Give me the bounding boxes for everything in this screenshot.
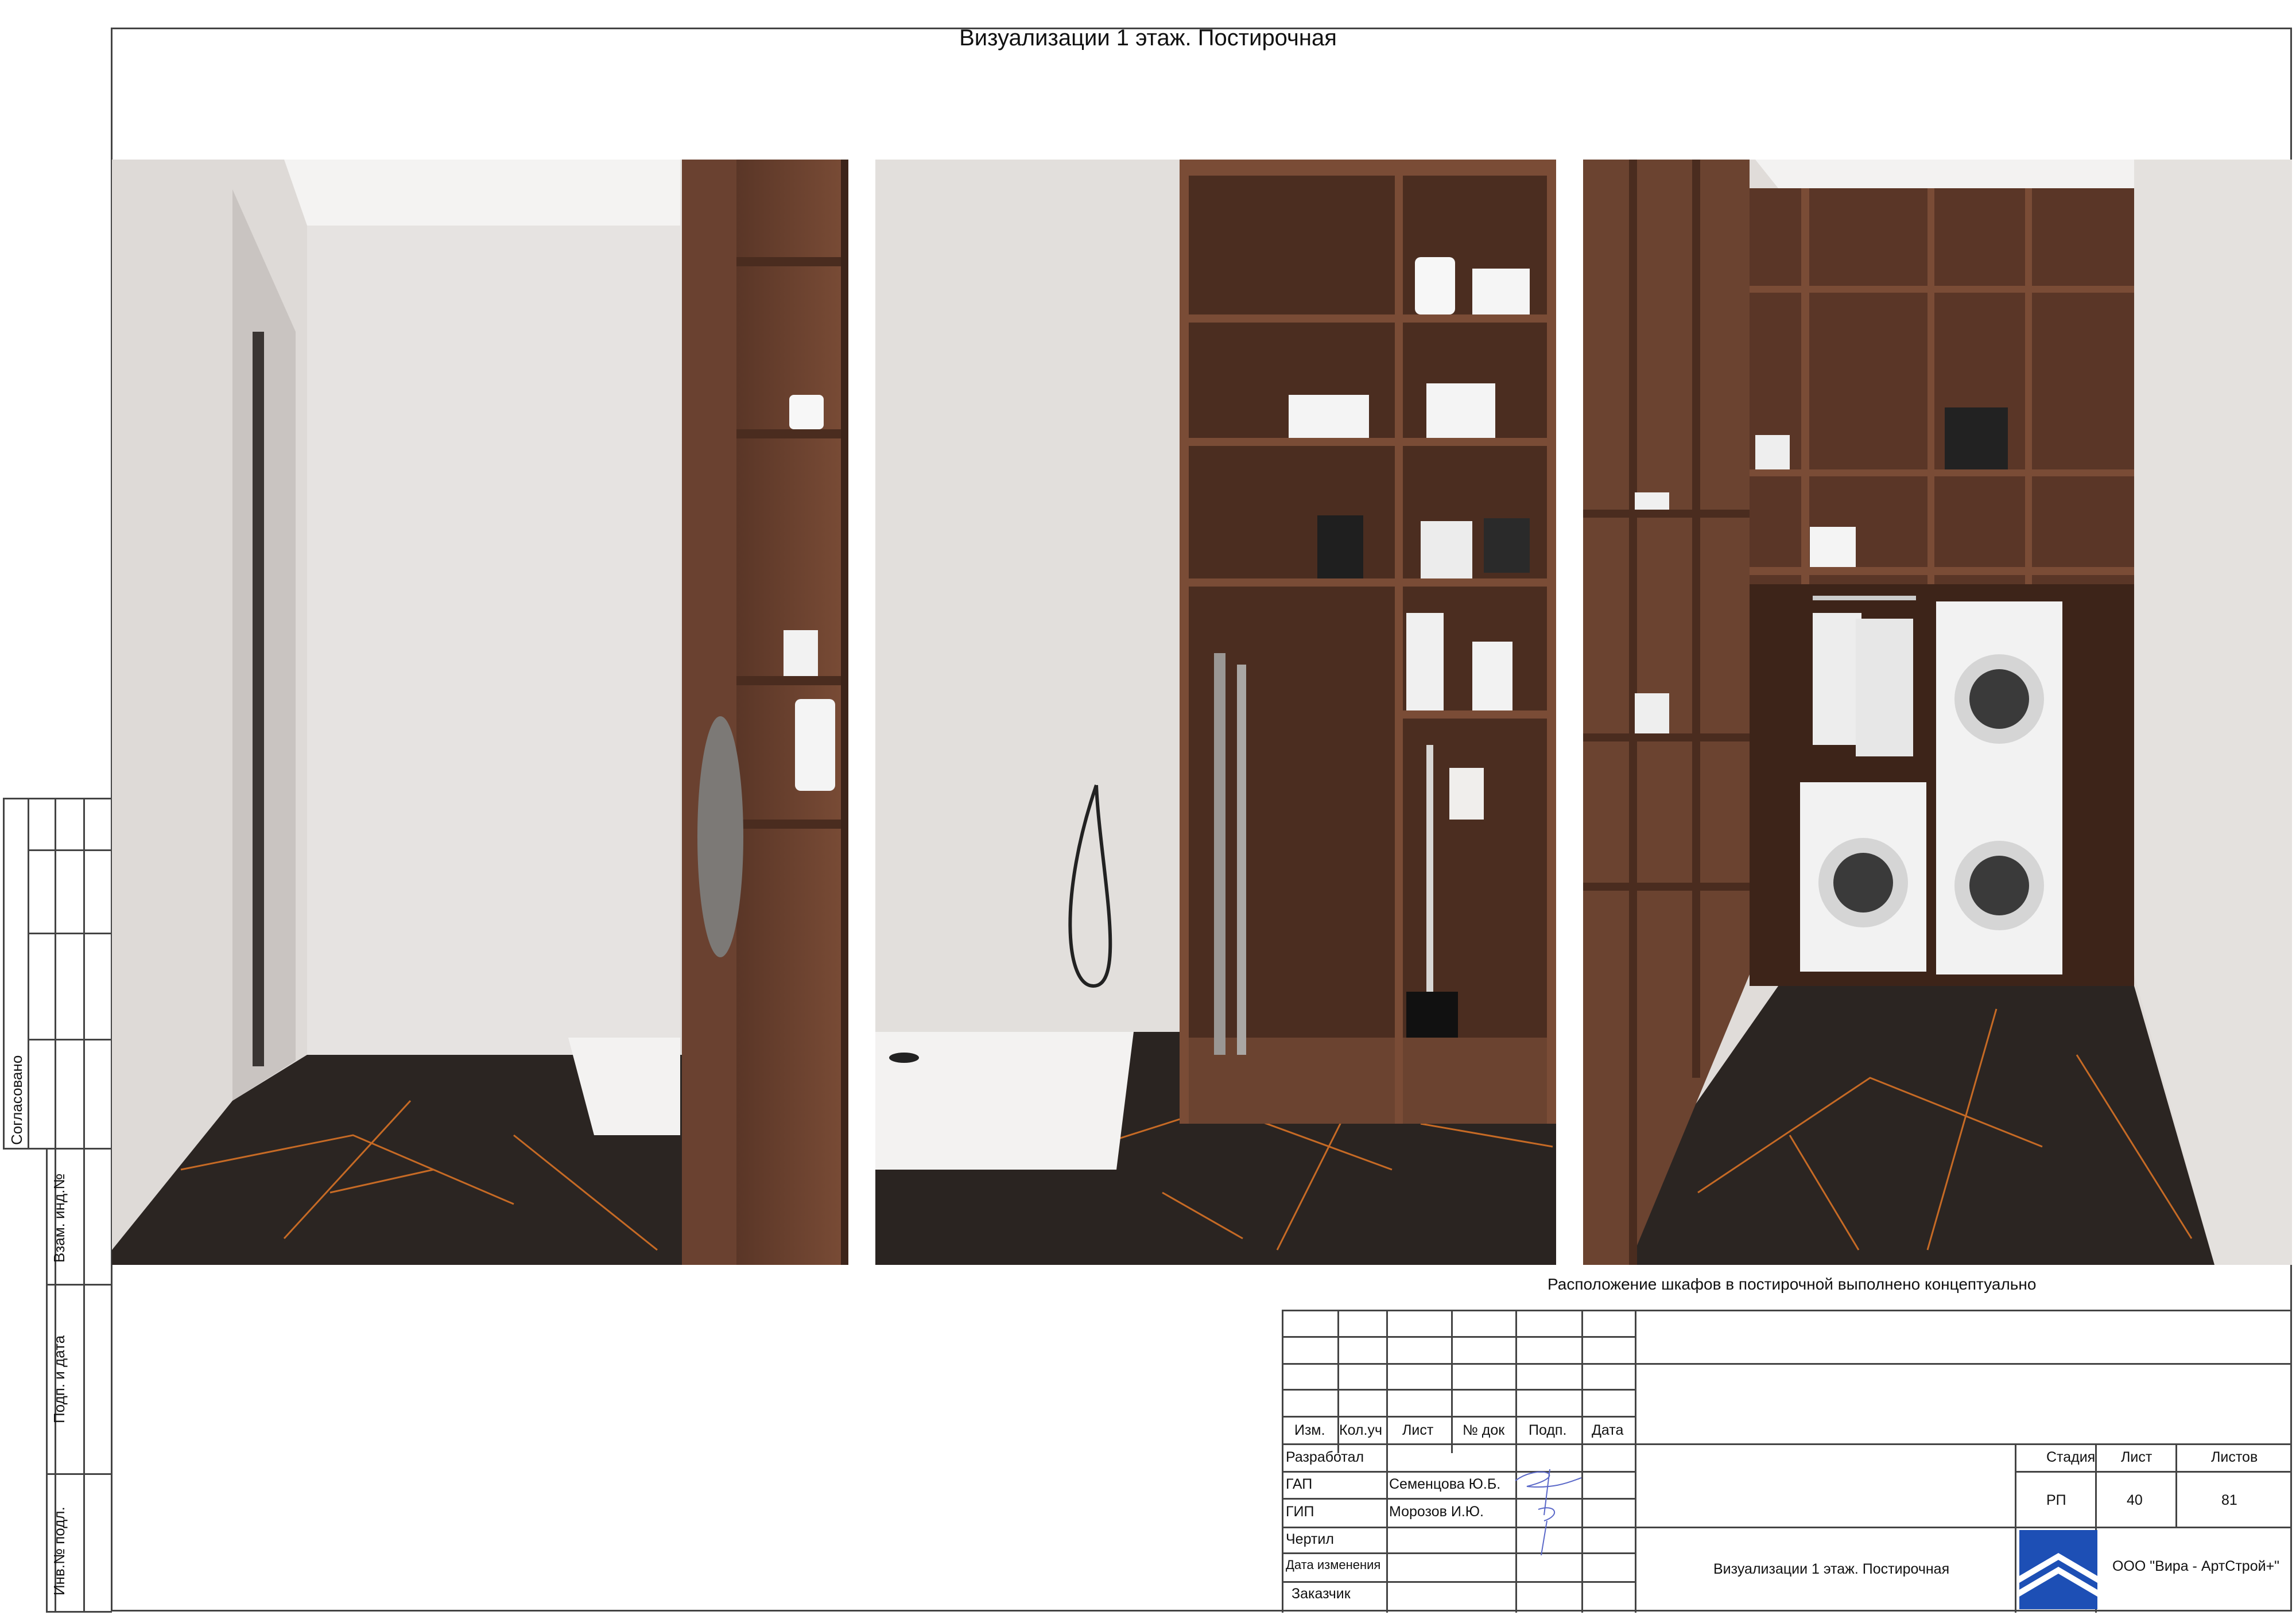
role-changed: Дата изменения: [1286, 1558, 1381, 1572]
role-gap: ГАП: [1286, 1476, 1313, 1492]
stage-value: РП: [2046, 1492, 2066, 1508]
role-drew: Чертил: [1286, 1531, 1334, 1547]
render-left-image: [112, 160, 848, 1265]
render-right: [1583, 160, 2292, 1265]
render-right-image: [1583, 160, 2292, 1265]
sheets-value: 81: [2221, 1492, 2237, 1508]
sheet-title: Визуализации 1 этаж. Постирочная: [1713, 1561, 1950, 1577]
render-center: [875, 160, 1556, 1265]
name-gap: Семенцова Ю.Б.: [1389, 1476, 1501, 1492]
col-date: Дата: [1592, 1422, 1624, 1438]
stamp-inv-orig: Инв.№ подл.: [51, 1506, 68, 1595]
caption-note: Расположение шкафов в постирочной выполн…: [1548, 1275, 2037, 1293]
render-center-image: [875, 160, 1556, 1265]
col-change: Изм.: [1294, 1422, 1325, 1438]
role-developed: Разработал: [1286, 1449, 1364, 1465]
render-left: [112, 160, 848, 1265]
stamp-approved: Согласовано: [8, 1055, 25, 1145]
sheet-label: Лист: [2121, 1449, 2152, 1465]
role-customer: Заказчик: [1292, 1586, 1351, 1602]
page-title: Визуализации 1 этаж. Постирочная: [959, 25, 1337, 51]
name-gip: Морозов И.Ю.: [1389, 1504, 1484, 1520]
col-doc: № док: [1463, 1422, 1505, 1438]
col-count: Кол.уч: [1339, 1422, 1382, 1438]
sheet-value: 40: [2127, 1492, 2143, 1508]
stamp-sign-date: Подп. и дата: [51, 1335, 68, 1423]
role-gip: ГИП: [1286, 1504, 1314, 1520]
signature-mark: [1515, 1469, 1582, 1556]
company-name: ООО "Вира - АртСтрой+": [2112, 1558, 2280, 1574]
stamp-inv-ref: Взам. инд.№: [51, 1173, 68, 1263]
col-sheet: Лист: [1402, 1422, 1434, 1438]
stage-label: Стадия: [2046, 1449, 2096, 1465]
col-sign: Подп.: [1529, 1422, 1567, 1438]
company-logo-icon: [2019, 1530, 2097, 1609]
sheets-label: Листов: [2211, 1449, 2258, 1465]
